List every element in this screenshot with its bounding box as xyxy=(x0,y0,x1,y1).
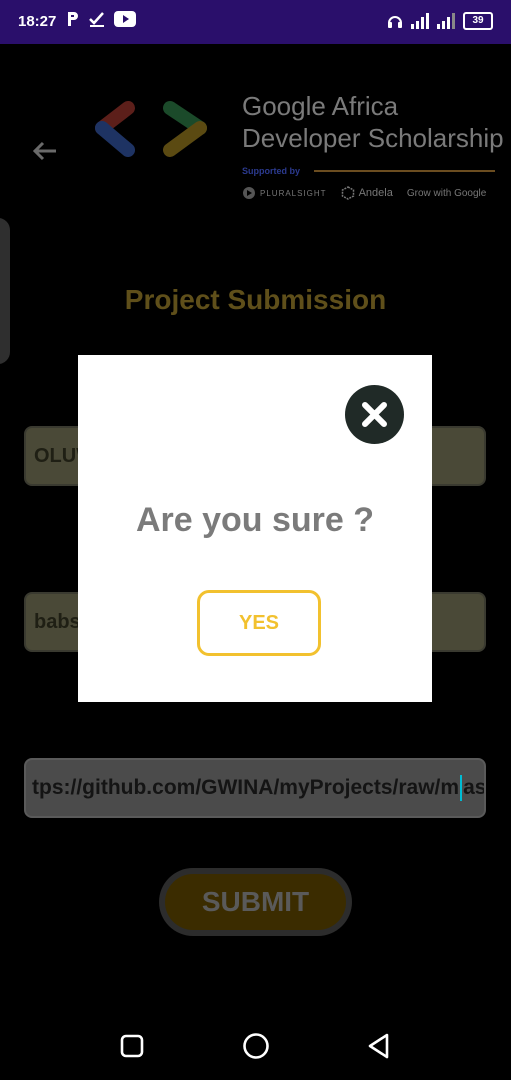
submit-button-outline: SUBMIT xyxy=(159,868,352,936)
brand-google: Google xyxy=(242,91,326,121)
link-text-after: as xyxy=(463,776,486,799)
partner-pluralsight: PLURALSIGHT xyxy=(242,186,327,200)
status-system: 39 xyxy=(387,12,493,30)
text-cursor xyxy=(460,775,463,802)
gads-logo-icon xyxy=(95,101,207,157)
submit-button[interactable]: SUBMIT xyxy=(165,874,346,930)
partner-logos: PLURALSIGHT Andela Grow with Google xyxy=(242,186,486,200)
check-icon xyxy=(89,12,104,27)
supported-divider xyxy=(314,170,495,172)
close-button[interactable] xyxy=(345,385,404,444)
link-text-before: tps://github.com/GWINA/myProjects/raw/m xyxy=(32,776,460,799)
edge-panel-handle[interactable] xyxy=(0,218,10,364)
confirm-dialog: Are you sure ? YES xyxy=(78,355,432,702)
signal-icon-2 xyxy=(437,13,455,29)
youtube-icon xyxy=(114,11,136,27)
andela-icon xyxy=(341,186,354,200)
battery-icon: 39 xyxy=(463,12,493,30)
page-title: Project Submission xyxy=(124,284,387,315)
home-icon[interactable] xyxy=(242,1032,270,1060)
grow-with-google-label: Grow with Google xyxy=(406,187,487,199)
supported-by-label: Supported by xyxy=(242,166,300,176)
pluralsight-icon xyxy=(243,187,255,199)
recents-icon[interactable] xyxy=(120,1034,144,1058)
partner-andela: Andela xyxy=(341,186,393,200)
navigation-bar xyxy=(0,1004,511,1080)
back-arrow-icon[interactable] xyxy=(30,136,60,166)
yes-button[interactable]: YES xyxy=(197,590,321,656)
brand-title: Google Africa Developer Scholarship xyxy=(242,90,504,154)
project-link-field[interactable]: tps://github.com/GWINA/myProjects/raw/m a… xyxy=(24,758,486,818)
p-icon xyxy=(68,12,78,26)
status-bar: 18:27 39 xyxy=(0,0,511,44)
close-icon xyxy=(362,402,387,427)
brand-africa: Africa xyxy=(325,91,399,121)
back-icon[interactable] xyxy=(366,1032,392,1060)
brand-line2: Developer Scholarship xyxy=(242,123,504,153)
partner-grow-google: Grow with Google xyxy=(407,188,486,199)
dialog-question: Are you sure ? xyxy=(135,501,375,539)
status-notifications xyxy=(66,10,136,28)
signal-icon xyxy=(411,13,429,29)
pluralsight-label: PLURALSIGHT xyxy=(260,188,327,198)
status-time: 18:27 xyxy=(18,13,57,30)
headset-icon xyxy=(388,16,402,28)
andela-label: Andela xyxy=(358,187,393,199)
